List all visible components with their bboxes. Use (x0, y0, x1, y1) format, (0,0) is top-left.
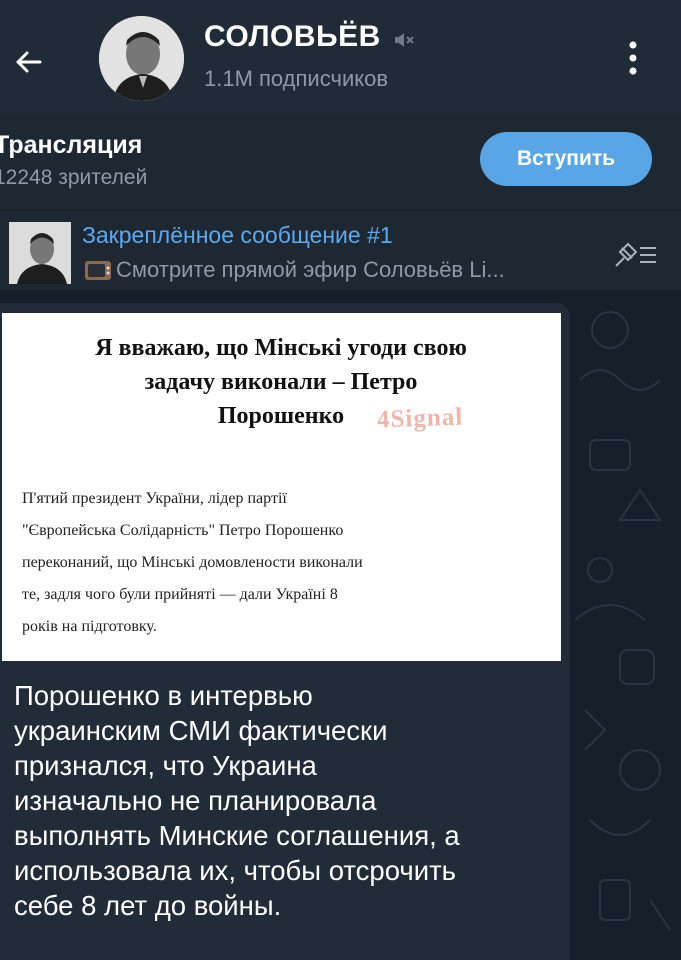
muted-speaker-icon (392, 30, 416, 50)
image-watermark: 4Signal (376, 403, 464, 434)
avatar-photo (99, 16, 184, 101)
image-headline-line: задачу виконали – Петро (144, 369, 418, 395)
join-button[interactable]: Вступить (480, 132, 652, 186)
live-viewer-count: 12248 зрителей (0, 166, 148, 189)
message-text-line: использовала их, чтобы отсрочить (14, 855, 457, 886)
channel-title: СОЛОВЬЁВ (204, 20, 381, 53)
message-text: Порошенко в интервью украинским СМИ факт… (14, 678, 554, 923)
image-body-line: років на підготовку. (22, 618, 157, 635)
image-headline-line: Я вважаю, що Мінські угоди свою (95, 335, 467, 361)
message-text-line: себе 8 лет до войны. (14, 890, 282, 921)
image-body-line: те, задля чого були прийняті — дали Укра… (22, 586, 338, 603)
message-text-line: выполнять Минские соглашения, а (14, 820, 460, 851)
image-body-line: переконаний, що Мінські домовлености вик… (22, 554, 363, 571)
pinned-thumbnail (9, 222, 71, 284)
back-button[interactable] (6, 40, 50, 84)
image-body-text: П'ятий президент України, лідер партії "… (22, 483, 547, 643)
arrow-left-icon (16, 51, 42, 73)
message-text-line: признался, что Украина (14, 750, 317, 781)
message-image[interactable]: Я вважаю, що Мінські угоди свою задачу в… (2, 313, 561, 661)
image-body-line: П'ятий президент України, лідер партії (22, 490, 287, 507)
subscriber-count: 1.1M подписчиков (204, 66, 389, 91)
more-menu-button[interactable] (618, 36, 648, 80)
live-stream-title: Трансляция (0, 131, 143, 159)
message-text-line: Порошенко в интервью (14, 680, 313, 711)
pinned-message-title: Закреплённое сообщение #1 (82, 222, 393, 248)
message-text-line: украинским СМИ фактически (14, 715, 388, 746)
pinned-message-text: Смотрите прямой эфир Соловьёв Li... (116, 257, 505, 282)
pinned-list-icon[interactable] (612, 240, 658, 270)
channel-avatar[interactable] (99, 16, 184, 101)
image-body-line: "Європейська Солідарність" Петро Порошен… (22, 522, 344, 539)
message-text-line: изначально не планировала (14, 785, 377, 816)
more-vertical-icon (629, 41, 637, 75)
tv-emoji-icon (84, 258, 112, 282)
